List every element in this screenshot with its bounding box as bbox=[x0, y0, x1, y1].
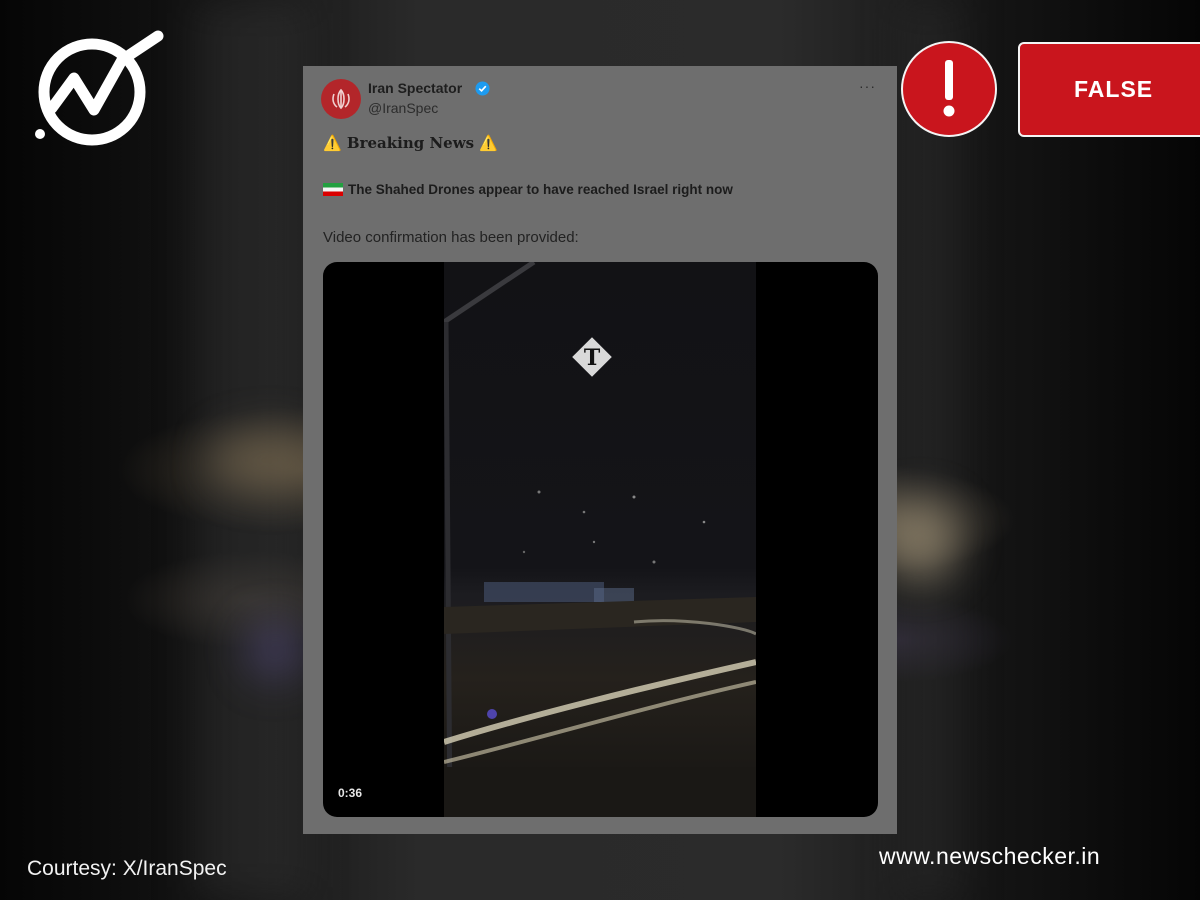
video-player[interactable]: T 0:36 bbox=[323, 262, 878, 817]
warning-icon: ⚠️ bbox=[323, 134, 342, 152]
alert-badge bbox=[901, 41, 997, 137]
video-duration: 0:36 bbox=[338, 786, 363, 800]
verified-badge-icon bbox=[475, 81, 490, 96]
verdict-badge: FALSE bbox=[1018, 42, 1200, 137]
courtesy-caption: Courtesy: X/IranSpec bbox=[27, 857, 227, 880]
telegraph-watermark-icon: T bbox=[572, 337, 612, 377]
warning-icon: ⚠️ bbox=[479, 134, 499, 152]
tweet-card: Iran Spectator @IranSpec ··· ⚠️ Breaking… bbox=[303, 66, 897, 834]
author-handle[interactable]: @IranSpec bbox=[368, 100, 438, 116]
tweet-confirmation: Video confirmation has been provided: bbox=[323, 229, 579, 246]
exclamation-icon bbox=[943, 60, 955, 117]
tweet-claim: The Shahed Drones appear to have reached… bbox=[323, 182, 733, 197]
avatar[interactable] bbox=[321, 79, 361, 119]
site-url: www.newschecker.in bbox=[879, 843, 1101, 869]
svg-text:T: T bbox=[584, 345, 601, 371]
more-options-button[interactable]: ··· bbox=[859, 78, 876, 94]
headline-text: Breaking News bbox=[346, 134, 475, 152]
newschecker-logo-icon bbox=[30, 30, 165, 150]
tweet-headline: ⚠️ Breaking News ⚠️ bbox=[323, 134, 498, 152]
iran-emblem-icon bbox=[332, 88, 350, 110]
iran-flag-icon bbox=[323, 183, 343, 196]
claim-text: The Shahed Drones appear to have reached… bbox=[348, 182, 733, 197]
verdict-label: FALSE bbox=[1074, 76, 1154, 102]
author-name[interactable]: Iran Spectator bbox=[368, 80, 462, 96]
